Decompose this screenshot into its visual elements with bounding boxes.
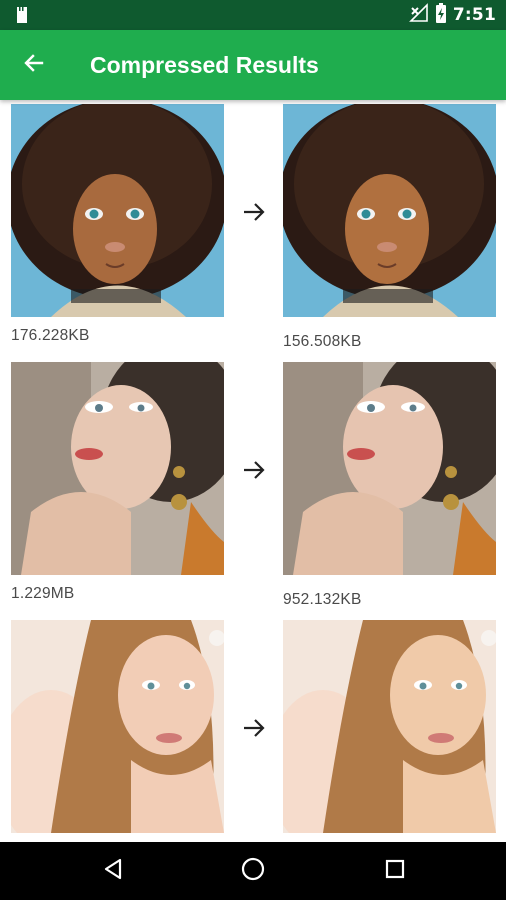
battery-charging-icon <box>435 2 447 28</box>
triangle-back-icon <box>101 857 125 886</box>
nav-back-button[interactable] <box>98 856 128 886</box>
back-button[interactable] <box>16 47 52 83</box>
original-image[interactable] <box>11 362 224 575</box>
app-bar: Compressed Results <box>0 30 506 100</box>
page-title: Compressed Results <box>90 52 319 78</box>
sd-card-icon <box>14 6 30 24</box>
compressed-size-label: 952.132KB <box>283 591 362 608</box>
arrow-right-icon <box>241 716 267 740</box>
original-image[interactable] <box>11 620 224 833</box>
navigation-bar <box>0 842 506 900</box>
nav-home-button[interactable] <box>238 856 268 886</box>
compressed-size-label: 156.508KB <box>283 333 362 350</box>
original-size-label: 176.228KB <box>11 327 90 344</box>
arrow-right-icon <box>241 200 267 224</box>
result-row[interactable]: 176.228KB 156.508KB <box>0 104 506 362</box>
results-list[interactable]: 176.228KB 156.508KB 1.229MB 952.132KB <box>0 100 506 842</box>
status-time: 7:51 <box>452 5 496 25</box>
result-row[interactable]: 1.229MB 952.132KB <box>0 362 506 620</box>
status-icons: 7:51 <box>408 0 496 30</box>
original-size-label: 1.229MB <box>11 585 75 602</box>
compressed-image[interactable] <box>283 620 496 833</box>
arrow-left-icon <box>22 51 46 80</box>
circle-home-icon <box>240 856 266 887</box>
original-image[interactable] <box>11 104 224 317</box>
square-recents-icon <box>384 858 406 885</box>
nav-recents-button[interactable] <box>380 856 410 886</box>
compressed-image[interactable] <box>283 104 496 317</box>
arrow-right-icon <box>241 458 267 482</box>
status-bar: 7:51 <box>0 0 506 30</box>
no-signal-icon <box>408 2 429 28</box>
result-row[interactable] <box>0 620 506 842</box>
compressed-image[interactable] <box>283 362 496 575</box>
